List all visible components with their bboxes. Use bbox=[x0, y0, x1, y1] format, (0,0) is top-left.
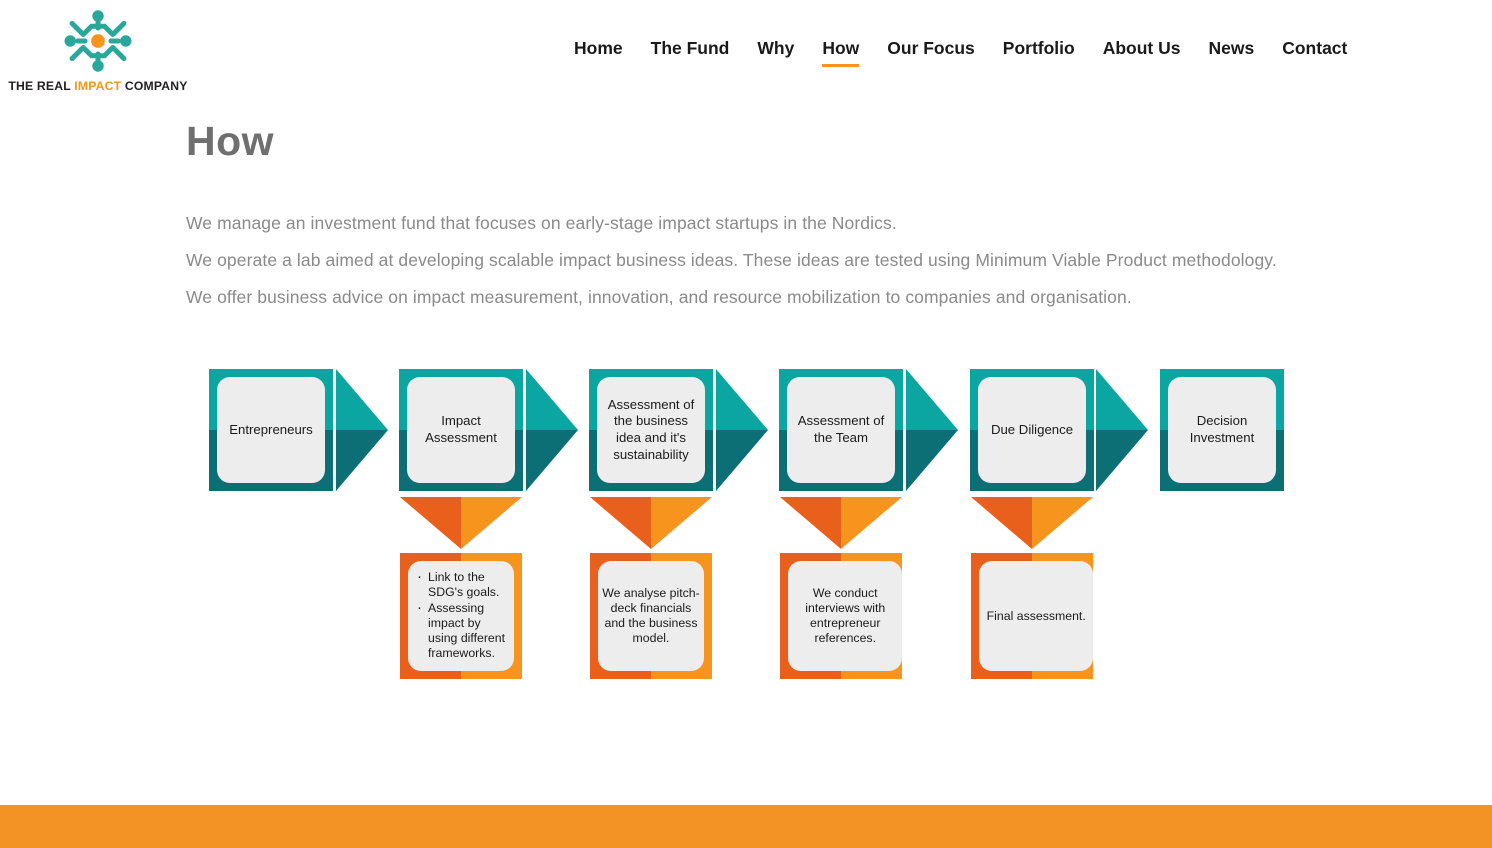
brand-wordmark: THE REAL IMPACT COMPANY bbox=[8, 79, 188, 93]
note-arrow-down-1 bbox=[400, 497, 522, 549]
brand-logo[interactable]: THE REAL IMPACT COMPANY bbox=[8, 4, 188, 102]
flow-arrow-right-5 bbox=[1096, 369, 1148, 491]
step-box-inner: Impact Assessment bbox=[407, 377, 515, 483]
note-box-inner: Link to the SDG's goals. Assessing impac… bbox=[408, 561, 514, 671]
people-circle-logo-icon bbox=[64, 10, 132, 72]
note-arrow-down-2 bbox=[590, 497, 712, 549]
nav-item-how[interactable]: How bbox=[808, 38, 873, 67]
brand-accent: IMPACT bbox=[74, 79, 122, 93]
note-text: Final assessment. bbox=[986, 608, 1086, 623]
nav-item-our-focus[interactable]: Our Focus bbox=[873, 38, 989, 59]
note-text: We analyse pitch-deck financials and the… bbox=[602, 586, 700, 645]
note-arrow-down-3 bbox=[780, 497, 902, 549]
step-label: Impact Assessment bbox=[425, 413, 497, 445]
step-label: Due Diligence bbox=[990, 421, 1074, 437]
note-bullet-item: Assessing impact by using different fram… bbox=[417, 600, 508, 661]
note-box-business-idea-assessment[interactable]: We analyse pitch-deck financials and the… bbox=[590, 553, 712, 679]
step-box-decision-investment[interactable]: Decision Investment bbox=[1160, 369, 1284, 491]
intro-paragraph-2: We operate a lab aimed at developing sca… bbox=[186, 250, 1277, 270]
page-content: How We manage an investment fund that fo… bbox=[186, 106, 1486, 311]
intro-paragraphs: We manage an investment fund that focuse… bbox=[186, 210, 1486, 311]
nav-item-the-fund[interactable]: The Fund bbox=[637, 38, 744, 59]
footer-bar bbox=[0, 805, 1492, 848]
step-box-entrepreneurs[interactable]: Entrepreneurs bbox=[209, 369, 333, 491]
step-box-inner: Due Diligence bbox=[978, 377, 1086, 483]
note-box-due-diligence[interactable]: Final assessment. bbox=[971, 553, 1094, 679]
logo-center-dot bbox=[91, 34, 105, 48]
flow-arrow-right-1 bbox=[336, 369, 388, 491]
note-arrow-down-4 bbox=[971, 497, 1093, 549]
step-box-inner: Decision Investment bbox=[1168, 377, 1276, 483]
nav-item-home[interactable]: Home bbox=[560, 38, 637, 59]
note-box-inner: Final assessment. bbox=[979, 561, 1094, 671]
note-text: We conduct interviews with entrepreneur … bbox=[805, 586, 886, 645]
flow-arrow-right-2 bbox=[526, 369, 578, 491]
step-box-business-idea-assessment[interactable]: Assessment of the business idea and it's… bbox=[589, 369, 713, 491]
site-header: THE REAL IMPACT COMPANY Home The Fund Wh… bbox=[0, 0, 1492, 106]
main-navigation: Home The Fund Why How Our Focus Portfoli… bbox=[560, 38, 1480, 67]
step-box-inner: Assessment of the business idea and it's… bbox=[597, 377, 705, 483]
nav-item-portfolio[interactable]: Portfolio bbox=[989, 38, 1089, 59]
flow-arrow-right-4 bbox=[906, 369, 958, 491]
note-box-inner: We conduct interviews with entrepreneur … bbox=[788, 561, 903, 671]
nav-item-contact[interactable]: Contact bbox=[1268, 38, 1361, 59]
nav-item-why[interactable]: Why bbox=[743, 38, 808, 59]
step-box-inner: Assessment of the Team bbox=[787, 377, 895, 483]
process-flow-diagram: Entrepreneurs Impact Assessment Link to … bbox=[0, 355, 1492, 700]
brand-prefix: THE REAL bbox=[8, 79, 75, 93]
note-box-impact-assessment[interactable]: Link to the SDG's goals. Assessing impac… bbox=[400, 553, 522, 679]
step-label: Entrepreneurs bbox=[229, 421, 313, 437]
step-box-inner: Entrepreneurs bbox=[217, 377, 325, 483]
step-box-team-assessment[interactable]: Assessment of the Team bbox=[779, 369, 903, 491]
note-bullet-list: Link to the SDG's goals. Assessing impac… bbox=[412, 569, 510, 662]
nav-item-news[interactable]: News bbox=[1195, 38, 1269, 59]
brand-suffix: COMPANY bbox=[121, 79, 188, 93]
step-label: Assessment of the business idea and it's… bbox=[607, 396, 695, 462]
step-box-due-diligence[interactable]: Due Diligence bbox=[970, 369, 1094, 491]
note-bullet-item: Link to the SDG's goals. bbox=[417, 569, 508, 600]
intro-paragraph-3: We offer business advice on impact measu… bbox=[186, 287, 1132, 307]
flow-arrow-right-3 bbox=[716, 369, 768, 491]
note-box-team-assessment[interactable]: We conduct interviews with entrepreneur … bbox=[780, 553, 903, 679]
step-label: Decision Investment bbox=[1189, 413, 1255, 445]
note-box-inner: We analyse pitch-deck financials and the… bbox=[598, 561, 704, 671]
intro-paragraph-1: We manage an investment fund that focuse… bbox=[186, 213, 897, 233]
step-label: Assessment of the Team bbox=[797, 413, 885, 445]
nav-item-about-us[interactable]: About Us bbox=[1089, 38, 1195, 59]
step-box-impact-assessment[interactable]: Impact Assessment bbox=[399, 369, 523, 491]
page-title: How bbox=[186, 118, 275, 164]
